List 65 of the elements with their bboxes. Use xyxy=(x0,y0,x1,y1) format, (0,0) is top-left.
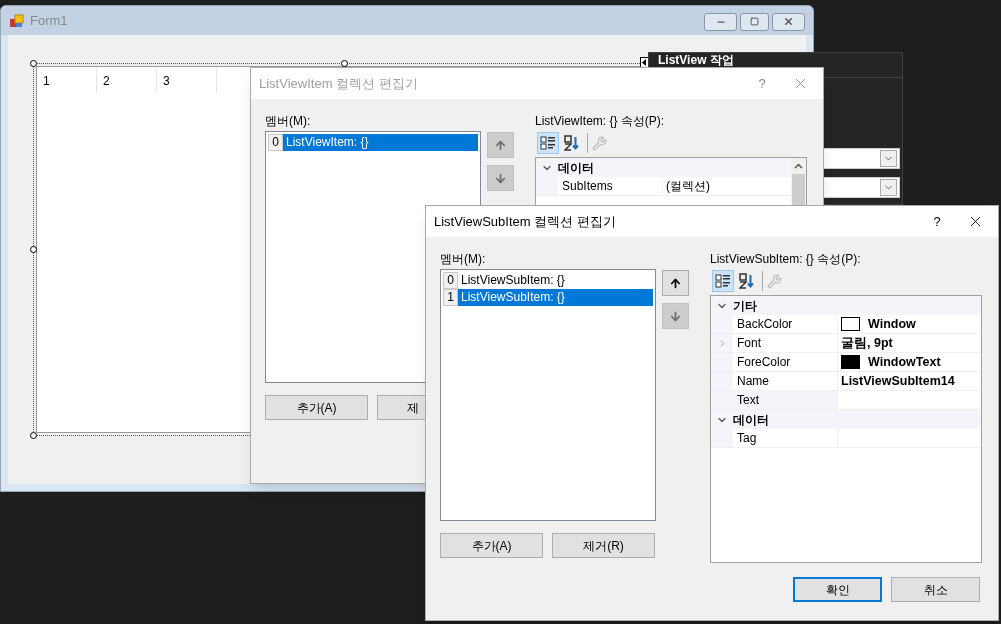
property-row[interactable]: ForeColor WindowText xyxy=(711,353,981,372)
wrench-icon xyxy=(767,273,782,289)
property-row[interactable]: SubItems (컬렉션) xyxy=(536,177,791,196)
form-icon xyxy=(10,13,24,28)
help-button[interactable]: ? xyxy=(922,206,952,237)
column-header[interactable]: 2 xyxy=(97,67,157,93)
help-button[interactable]: ? xyxy=(747,68,777,99)
property-value: 굴림, 9pt xyxy=(841,334,893,352)
remove-button[interactable]: 제거(R) xyxy=(552,533,655,558)
close-button[interactable] xyxy=(772,12,805,31)
view-toggle-button[interactable] xyxy=(712,270,734,292)
close-icon xyxy=(783,16,794,27)
maximize-icon xyxy=(750,17,759,26)
arrow-up-icon xyxy=(669,276,682,290)
view-toggle-button[interactable] xyxy=(537,132,559,154)
members-list[interactable]: 0 ListViewSubItem: {} 1 ListViewSubItem: {} xyxy=(440,269,656,521)
add-button[interactable]: 추가(A) xyxy=(440,533,543,558)
wrench-icon xyxy=(592,135,607,151)
properties-label: ListViewSubItem: {} 속성(P): xyxy=(710,251,862,267)
property-name: Text xyxy=(733,391,838,409)
sort-icon xyxy=(739,273,755,289)
cancel-button[interactable]: 취소 xyxy=(891,577,980,602)
form-title: Form1 xyxy=(30,11,68,30)
resize-handle[interactable] xyxy=(30,60,37,67)
move-up-button[interactable] xyxy=(662,270,689,296)
column-header[interactable]: 3 xyxy=(157,67,217,93)
member-index: 0 xyxy=(268,134,283,151)
member-item[interactable]: 0 ListViewItem: {} xyxy=(268,134,478,151)
property-value: (컬렉션) xyxy=(666,178,710,195)
member-label: ListViewSubItem: {} xyxy=(458,289,653,306)
scroll-up-icon xyxy=(794,163,803,169)
property-value: WindowText xyxy=(868,353,941,371)
resize-handle[interactable] xyxy=(30,432,37,439)
property-value: Window xyxy=(868,315,916,333)
property-row[interactable]: Name ListViewSubItem14 xyxy=(711,372,981,391)
member-item[interactable]: 1 ListViewSubItem: {} xyxy=(443,289,653,306)
category-row[interactable]: 데이터 xyxy=(536,158,791,177)
members-label: 멤버(M): xyxy=(265,113,312,129)
category-name: 데이터 xyxy=(558,159,594,177)
property-row[interactable]: BackColor Window xyxy=(711,315,981,334)
category-row[interactable]: 데이터 xyxy=(711,410,981,429)
resize-handle[interactable] xyxy=(30,246,37,253)
category-name: 데이터 xyxy=(733,411,769,429)
member-index: 1 xyxy=(443,289,458,306)
arrow-up-icon xyxy=(494,138,507,152)
categorized-icon xyxy=(540,135,556,151)
property-row[interactable]: Text xyxy=(711,391,981,410)
column-header[interactable]: 1 xyxy=(37,67,97,93)
properties-label: ListViewItem: {} 속성(P): xyxy=(535,113,666,129)
dialog-title: ListViewItem 컬렉션 편집기 xyxy=(259,74,418,93)
member-index: 0 xyxy=(443,272,458,289)
category-row[interactable]: 기타 xyxy=(711,296,981,315)
property-value: ListViewSubItem14 xyxy=(841,372,955,390)
categorized-icon xyxy=(715,273,731,289)
panel-title: ListView 작업 xyxy=(657,53,735,67)
maximize-button[interactable] xyxy=(740,12,769,31)
member-label: ListViewItem: {} xyxy=(283,134,478,151)
arrow-down-icon xyxy=(494,171,507,185)
category-name: 기타 xyxy=(733,297,757,315)
arrow-down-icon xyxy=(669,309,682,323)
property-row[interactable]: Font 굴림, 9pt xyxy=(711,334,981,353)
property-row[interactable]: Tag xyxy=(711,429,981,448)
sort-icon xyxy=(564,135,580,151)
ok-button[interactable]: 확인 xyxy=(793,577,882,602)
add-button[interactable]: 추가(A) xyxy=(265,395,368,420)
